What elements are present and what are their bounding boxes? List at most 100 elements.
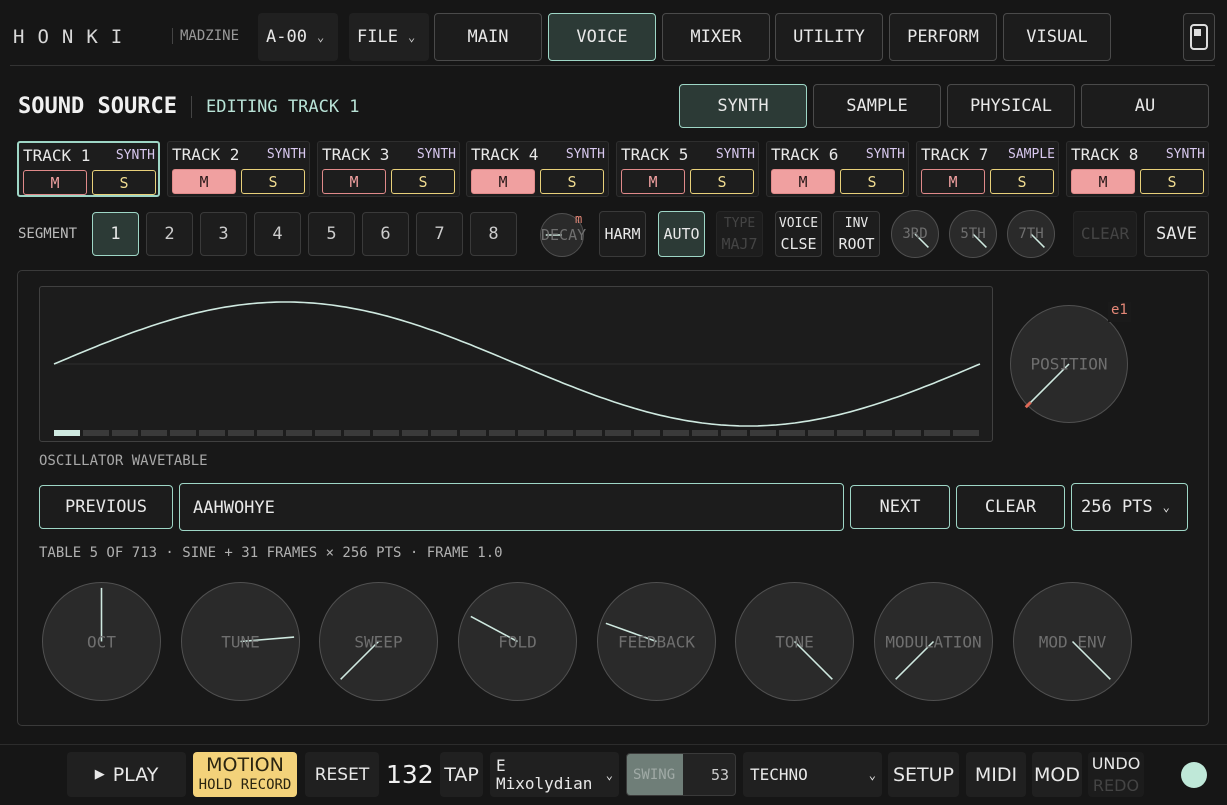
oct-knob[interactable]: OCT [42, 582, 161, 701]
tone-knob[interactable]: TONE [735, 582, 854, 701]
solo-button[interactable]: S [840, 169, 904, 194]
track-3[interactable]: TRACK 3 SYNTH M S [317, 141, 460, 197]
track-8[interactable]: TRACK 8 SYNTH M S [1066, 141, 1209, 197]
frame-indicator[interactable] [547, 430, 573, 436]
segment-6-button[interactable]: 6 [362, 212, 409, 256]
frame-indicator[interactable] [112, 430, 138, 436]
mod-button[interactable]: MOD [1032, 752, 1082, 797]
points-dropdown[interactable]: 256 PTS ⌄ [1071, 483, 1188, 531]
tune-knob[interactable]: TUNE [181, 582, 300, 701]
reset-button[interactable]: RESET [305, 752, 379, 797]
frame-indicator[interactable] [518, 430, 544, 436]
frame-indicator[interactable] [808, 430, 834, 436]
segment-8-button[interactable]: 8 [470, 212, 517, 256]
preset-dropdown[interactable]: A-00 ⌄ [258, 13, 338, 61]
frame-indicator[interactable] [779, 430, 805, 436]
scale-dropdown[interactable]: E Mixolydian ⌄ [490, 752, 619, 797]
setup-button[interactable]: SETUP [888, 752, 959, 797]
frame-indicator[interactable] [373, 430, 399, 436]
fifth-knob[interactable]: 5TH [949, 210, 997, 258]
track-7[interactable]: TRACK 7 SAMPLE M S [916, 141, 1059, 197]
tab-physical[interactable]: PHYSICAL [947, 84, 1075, 128]
frame-indicator[interactable] [953, 430, 979, 436]
tab-perform[interactable]: PERFORM [889, 13, 997, 61]
swing-slider[interactable]: SWING 53 [626, 753, 736, 796]
frame-indicator[interactable] [170, 430, 196, 436]
segment-7-button[interactable]: 7 [416, 212, 463, 256]
feedback-knob[interactable]: FEEDBACK [597, 582, 716, 701]
mute-button[interactable]: M [172, 169, 236, 194]
tab-au[interactable]: AU [1081, 84, 1209, 128]
tab-sample[interactable]: SAMPLE [813, 84, 941, 128]
type-button[interactable]: TYPE MAJ7 [716, 211, 763, 257]
frame-indicator[interactable] [837, 430, 863, 436]
redo-button[interactable]: REDO [1093, 775, 1139, 797]
frame-indicator[interactable] [286, 430, 312, 436]
solo-button[interactable]: S [540, 169, 604, 194]
sweep-knob[interactable]: SWEEP [319, 582, 438, 701]
wavetable-display[interactable] [39, 286, 993, 442]
track-2[interactable]: TRACK 2 SYNTH M S [167, 141, 310, 197]
frame-indicator[interactable] [228, 430, 254, 436]
style-dropdown[interactable]: TECHNO ⌄ [743, 752, 882, 797]
tab-visual[interactable]: VISUAL [1003, 13, 1111, 61]
save-button[interactable]: SAVE [1144, 211, 1209, 257]
segment-3-button[interactable]: 3 [200, 212, 247, 256]
segment-2-button[interactable]: 2 [146, 212, 193, 256]
midi-button[interactable]: MIDI [966, 752, 1026, 797]
frame-indicator[interactable] [257, 430, 283, 436]
frame-indicator[interactable] [54, 430, 80, 436]
position-knob[interactable]: POSITION [1010, 305, 1128, 423]
frame-indicator[interactable] [141, 430, 167, 436]
frame-indicator[interactable] [663, 430, 689, 436]
frame-indicator[interactable] [83, 430, 109, 436]
solo-button[interactable]: S [92, 170, 156, 195]
frame-indicator[interactable] [489, 430, 515, 436]
frame-indicator[interactable] [402, 430, 428, 436]
clear-chord-button[interactable]: CLEAR [1073, 211, 1137, 257]
tab-synth[interactable]: SYNTH [679, 84, 807, 128]
solo-button[interactable]: S [241, 169, 305, 194]
frame-indicator[interactable] [895, 430, 921, 436]
harm-button[interactable]: HARM [599, 211, 646, 257]
mod-env-knob[interactable]: MOD ENV [1013, 582, 1132, 701]
third-knob[interactable]: 3RD [891, 210, 939, 258]
track-6[interactable]: TRACK 6 SYNTH M S [766, 141, 909, 197]
tab-mixer[interactable]: MIXER [662, 13, 770, 61]
file-dropdown[interactable]: FILE ⌄ [349, 13, 429, 61]
motion-button[interactable]: MOTION HOLD RECORD [193, 752, 297, 797]
play-button[interactable]: ▶ PLAY [67, 752, 186, 797]
clear-button[interactable]: CLEAR [956, 485, 1065, 529]
mute-button[interactable]: M [621, 169, 685, 194]
mute-button[interactable]: M [471, 169, 535, 194]
tab-main[interactable]: MAIN [434, 13, 542, 61]
frame-indicator[interactable] [692, 430, 718, 436]
track-4[interactable]: TRACK 4 SYNTH M S [466, 141, 609, 197]
frame-indicator[interactable] [315, 430, 341, 436]
auto-button[interactable]: AUTO [658, 211, 705, 257]
frame-indicator[interactable] [460, 430, 486, 436]
mute-button[interactable]: M [23, 170, 87, 195]
mute-button[interactable]: M [322, 169, 386, 194]
frame-indicator[interactable] [721, 430, 747, 436]
window-toggle-button[interactable] [1183, 13, 1215, 61]
previous-button[interactable]: PREVIOUS [39, 485, 173, 529]
frame-indicator[interactable] [576, 430, 602, 436]
seventh-knob[interactable]: 7TH [1007, 210, 1055, 258]
frame-indicator[interactable] [199, 430, 225, 436]
frame-indicator[interactable] [605, 430, 631, 436]
inv-button[interactable]: INV ROOT [833, 211, 880, 257]
next-button[interactable]: NEXT [850, 485, 950, 529]
track-5[interactable]: TRACK 5 SYNTH M S [616, 141, 759, 197]
wavetable-name-field[interactable]: AAHWOHYE [179, 483, 844, 531]
frame-indicator[interactable] [750, 430, 776, 436]
modulation-knob[interactable]: MODULATION [874, 582, 993, 701]
mute-button[interactable]: M [1071, 169, 1135, 194]
mute-button[interactable]: M [921, 169, 985, 194]
segment-5-button[interactable]: 5 [308, 212, 355, 256]
solo-button[interactable]: S [391, 169, 455, 194]
frame-indicator[interactable] [866, 430, 892, 436]
tab-utility[interactable]: UTILITY [775, 13, 883, 61]
frame-indicator[interactable] [634, 430, 660, 436]
voice-button[interactable]: VOICE CLSE [775, 211, 822, 257]
